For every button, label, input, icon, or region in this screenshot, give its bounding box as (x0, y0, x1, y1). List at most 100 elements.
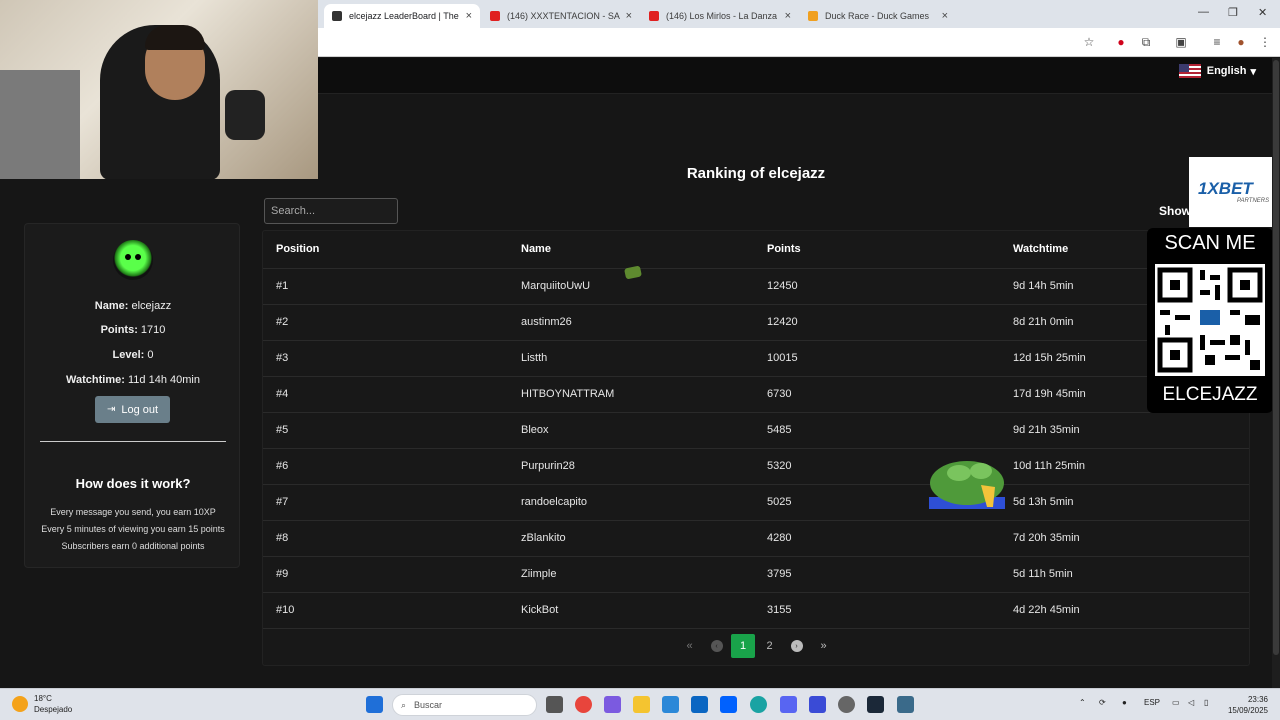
browser-tab-0[interactable]: elcejazz LeaderBoard | The bes × (324, 4, 480, 28)
how-it-works-title: How does it work? (75, 476, 191, 491)
avatar-eye (135, 254, 141, 260)
divider (40, 441, 226, 442)
cell-name: Ziimple (508, 556, 754, 593)
scrollbar-thumb[interactable] (1273, 60, 1279, 655)
close-tab-icon[interactable]: × (785, 10, 791, 22)
table-row: #7 randoelcapito 5025 5d 13h 5min (263, 484, 1249, 521)
app-icon[interactable] (838, 696, 855, 713)
chrome-icon[interactable] (575, 696, 592, 713)
dropbox-icon[interactable] (720, 696, 737, 713)
scan-me-label: SCAN ME (1164, 232, 1256, 254)
cell-points: 12420 (754, 304, 1000, 341)
close-tab-icon[interactable]: × (942, 10, 948, 22)
menu-kebab-icon[interactable]: ⋮ (1258, 35, 1272, 49)
cast-icon[interactable]: ▣ (1174, 35, 1188, 49)
microphone-icon[interactable]: ● (1122, 698, 1127, 707)
browser-tab-3[interactable]: Duck Race - Duck Games × (800, 4, 956, 28)
taskbar: 18°C Despejado ⌕ Buscar ⌃ ⟳ ● ESP ▭ ◁ ▯ … (0, 688, 1280, 720)
edge-icon[interactable] (750, 696, 767, 713)
weather-widget[interactable]: 18°C Despejado (12, 693, 72, 715)
weather-condition: Despejado (34, 705, 73, 714)
store-icon[interactable] (662, 696, 679, 713)
cell-name: zBlankito (508, 520, 754, 557)
table-row: #6 Purpurin28 5320 10d 11h 25min (263, 448, 1249, 485)
outlook-icon[interactable] (691, 696, 708, 713)
cell-points: 4280 (754, 520, 1000, 557)
cell-points: 6730 (754, 376, 1000, 413)
cell-points: 3155 (754, 592, 1000, 629)
browser-tab-1[interactable]: (146) XXXTENTACION - SAD × (482, 4, 640, 28)
column-header-points[interactable]: Points (754, 231, 1000, 269)
column-header-name[interactable]: Name (508, 231, 754, 269)
close-window-icon[interactable]: ✕ (1258, 6, 1267, 19)
tab-title: Duck Race - Duck Games (825, 11, 930, 21)
tray-chevron-up-icon[interactable]: ⌃ (1079, 698, 1086, 707)
taskbar-clock[interactable]: 23:36 15/09/2025 (1222, 694, 1268, 716)
steam-icon[interactable] (867, 696, 884, 713)
table-row: #1 MarquiitoUwU 12450 9d 14h 5min (263, 268, 1249, 305)
search-input[interactable] (264, 198, 398, 224)
volume-icon[interactable]: ◁ (1188, 698, 1194, 707)
cell-name: Bleox (508, 412, 754, 449)
page-2-button[interactable]: 2 (756, 634, 783, 658)
restore-icon[interactable]: ❐ (1228, 6, 1238, 19)
profile-avatar-icon[interactable]: ● (1234, 35, 1248, 49)
taskbar-search[interactable]: ⌕ Buscar (392, 694, 537, 716)
cell-watchtime: 10d 11h 25min (1000, 448, 1249, 485)
copilot-icon[interactable] (604, 696, 621, 713)
sponsor-logo: 1XBET (1198, 179, 1253, 198)
close-tab-icon[interactable]: × (626, 10, 632, 22)
cell-watchtime: 9d 21h 35min (1000, 412, 1249, 449)
cell-position: #9 (263, 556, 508, 593)
next-page-button[interactable]: › (783, 634, 810, 658)
cell-position: #10 (263, 592, 508, 629)
input-language[interactable]: ESP (1144, 698, 1160, 707)
page-scrollbar[interactable] (1272, 58, 1280, 688)
file-explorer-icon[interactable] (633, 696, 650, 713)
cell-name: HITBOYNATTRAM (508, 376, 754, 413)
first-page-button[interactable]: « (676, 634, 703, 658)
cell-position: #8 (263, 520, 508, 557)
profile-points: Points: 1710 (100, 324, 166, 336)
cell-watchtime: 7d 20h 35min (1000, 520, 1249, 557)
discord-icon[interactable] (780, 696, 797, 713)
tab-title: elcejazz LeaderBoard | The bes (349, 11, 460, 21)
page-1-button[interactable]: 1 (731, 634, 755, 658)
weather-temp: 18°C (34, 694, 52, 703)
language-selector[interactable]: English ▾ (1178, 64, 1256, 78)
media-control-icon[interactable]: ≡ (1210, 35, 1224, 49)
cell-points: 5485 (754, 412, 1000, 449)
cell-watchtime: 5d 13h 5min (1000, 484, 1249, 521)
bookmark-star-icon[interactable]: ☆ (1082, 35, 1096, 49)
pagination: « ‹ 1 2 › » (676, 634, 837, 658)
cell-points: 10015 (754, 340, 1000, 377)
leaderboard-table: Position Name Points Watchtime #1 Marquii… (263, 231, 1249, 629)
column-header-position[interactable]: Position (263, 231, 508, 269)
extensions-icon[interactable]: ⧉ (1139, 35, 1153, 49)
profile-watchtime: Watchtime: 11d 14h 40min (66, 374, 200, 386)
prev-page-button[interactable]: ‹ (703, 634, 730, 658)
browser-tab-2[interactable]: (146) Los Mirlos - La Danza de × (641, 4, 799, 28)
webcam-microphone (225, 90, 265, 140)
sponsor-subtitle: PARTNERS (1237, 198, 1270, 204)
sponsor-ad[interactable]: 1XBET PARTNERS (1189, 157, 1280, 227)
site-navbar: English ▾ (318, 58, 1280, 94)
last-page-button[interactable]: » (810, 634, 837, 658)
opera-icon[interactable]: ● (1114, 35, 1128, 49)
arc-icon[interactable] (809, 696, 826, 713)
cell-name: Purpurin28 (508, 448, 754, 485)
start-windows-icon[interactable] (366, 696, 383, 713)
close-tab-icon[interactable]: × (466, 10, 472, 22)
cell-name: austinm26 (508, 304, 754, 341)
tray-app-icon[interactable]: ⟳ (1099, 698, 1106, 707)
task-view-icon[interactable] (546, 696, 563, 713)
logout-button[interactable]: ⇥ Log out (95, 396, 170, 423)
minimize-icon[interactable]: — (1198, 6, 1209, 18)
chevron-right-icon: › (790, 640, 803, 652)
browser-toolbar: ☆ ● ⧉ ▣ ≡ ● ⋮ (318, 28, 1280, 57)
avatar (113, 240, 153, 280)
battery-icon[interactable]: ▯ (1204, 698, 1208, 707)
network-icon[interactable]: ▭ (1172, 698, 1180, 707)
calculator-icon[interactable] (897, 696, 914, 713)
cell-name: Listth (508, 340, 754, 377)
